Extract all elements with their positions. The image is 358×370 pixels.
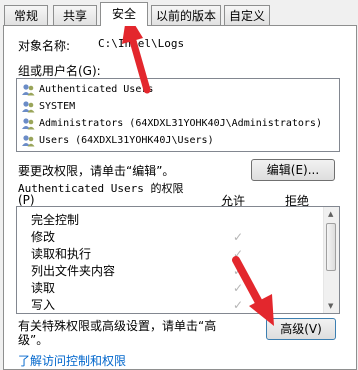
- tab-security[interactable]: 安全: [100, 2, 148, 26]
- annotation-arrow-to-advanced-button: [232, 256, 274, 326]
- annotation-arrows: [122, 12, 274, 326]
